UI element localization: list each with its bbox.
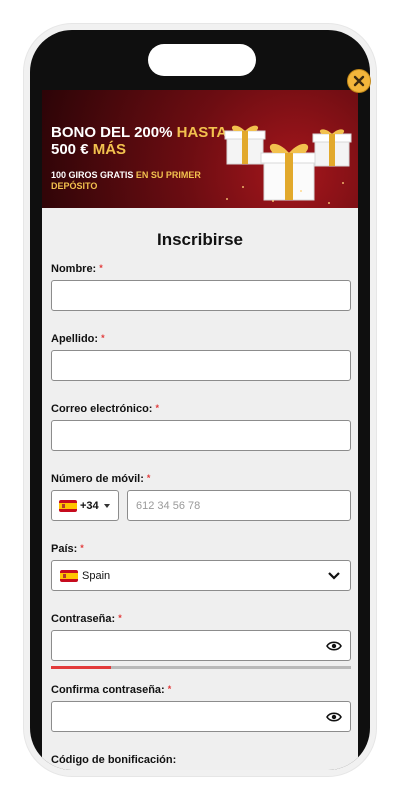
bonus-code-label: Código de bonificación:: [51, 754, 177, 766]
spain-flag-icon: [59, 500, 77, 512]
password-label: Contraseña: *: [51, 613, 122, 625]
banner-subtitle: 100 GIROS GRATIS EN SU PRIMER DEPÓSITO: [51, 170, 231, 192]
phone-frame: BONO DEL 200% HASTA 500 € MÁS 100 GIROS …: [24, 24, 376, 776]
apellido-label: Apellido: *: [51, 333, 105, 345]
banner-title-part-2: HASTA: [176, 124, 228, 141]
close-icon: [353, 75, 365, 87]
phone-notch: [148, 44, 256, 76]
sparkle: [272, 200, 274, 202]
apellido-input[interactable]: [51, 350, 351, 381]
password-input[interactable]: [51, 630, 351, 661]
promo-banner: BONO DEL 200% HASTA 500 € MÁS 100 GIROS …: [42, 90, 358, 208]
email-label: Correo electrónico: *: [51, 403, 159, 415]
password-strength-bar: [51, 666, 351, 669]
country-code-select[interactable]: +34: [51, 490, 119, 521]
caret-down-icon: [104, 504, 110, 508]
sparkle: [342, 182, 344, 184]
country-select[interactable]: Spain: [51, 560, 351, 591]
email-input[interactable]: [51, 420, 351, 451]
confirm-password-input[interactable]: [51, 701, 351, 732]
banner-title-part-4: MÁS: [92, 141, 127, 158]
phone-bezel: BONO DEL 200% HASTA 500 € MÁS 100 GIROS …: [30, 30, 370, 770]
phone-input[interactable]: 612 34 56 78: [127, 490, 351, 521]
nombre-label: Nombre: *: [51, 263, 103, 275]
eye-icon[interactable]: [326, 711, 342, 723]
sparkle: [226, 198, 228, 200]
sparkle: [328, 202, 330, 204]
movil-label: Número de móvil: *: [51, 473, 151, 485]
sparkle: [242, 186, 244, 188]
country-code-value: +34: [80, 500, 99, 512]
banner-subtitle-part-1: 100 GIROS GRATIS: [51, 170, 134, 180]
password-strength-fill: [51, 666, 111, 669]
banner-title-part-3: 500 €: [51, 141, 89, 158]
banner-title-part-1: BONO DEL 200%: [51, 124, 173, 141]
country-value: Spain: [82, 570, 111, 582]
gift-icon: [312, 129, 352, 167]
close-button[interactable]: [348, 70, 370, 92]
banner-title: BONO DEL 200% HASTA 500 € MÁS: [51, 124, 251, 158]
form-title: Inscribirse: [157, 230, 243, 249]
pais-label: País: *: [51, 543, 84, 555]
sparkle: [300, 190, 302, 192]
confirm-password-label: Confirma contraseña: *: [51, 684, 172, 696]
nombre-input[interactable]: [51, 280, 351, 311]
eye-icon[interactable]: [326, 640, 342, 652]
spain-flag-icon: [60, 570, 78, 582]
signup-modal: BONO DEL 200% HASTA 500 € MÁS 100 GIROS …: [42, 90, 358, 770]
phone-placeholder: 612 34 56 78: [136, 500, 201, 512]
chevron-down-icon: [328, 572, 340, 580]
